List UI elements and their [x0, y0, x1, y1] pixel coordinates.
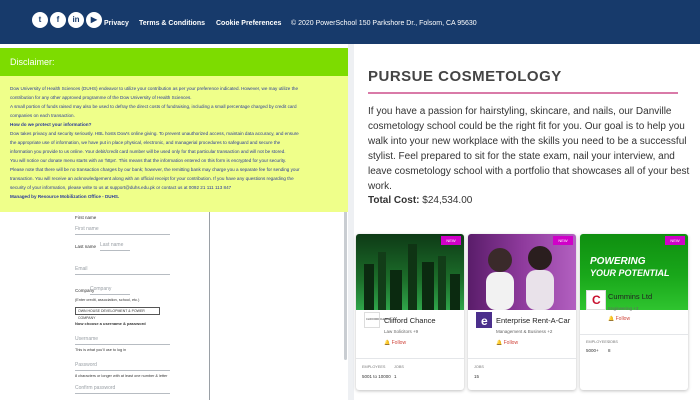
page-title: PURSUE COSMETOLOGY	[368, 68, 562, 85]
company-input[interactable]: Company	[90, 283, 130, 295]
follow-button[interactable]: 🔔 Follow	[496, 340, 518, 346]
card-divider	[468, 358, 576, 359]
disclaimer-line: companies on each transaction.	[10, 113, 75, 118]
company-name[interactable]: Clifford Chance	[384, 316, 436, 325]
bell-icon: 🔔	[608, 316, 615, 322]
new-badge: NEW	[441, 236, 461, 245]
disclaimer-header: Disclaimer:	[0, 48, 348, 76]
disclaimer-line: the appropriate use of information, we h…	[10, 140, 281, 145]
disclaimer-footer: Managed by Resource Mobilization Office …	[10, 194, 120, 199]
first-name-label: First name	[75, 215, 97, 220]
disclaimer-body: Dow University of Health Sciences (DUHS)…	[0, 76, 348, 212]
card-image	[356, 234, 464, 310]
disclaimer-line: Dow takes privacy and security seriously…	[10, 131, 299, 136]
description-line: cosmetology school could be the right fi…	[368, 121, 685, 132]
password-hint: 8 characters or longer with at least one…	[75, 374, 168, 378]
banner-text: POWERING	[590, 256, 646, 267]
follow-label: Follow	[615, 316, 631, 322]
disclaimer-line: transaction. You will receive an acknowl…	[10, 176, 294, 181]
card-divider	[356, 358, 464, 359]
stat-label: JOBS	[394, 365, 404, 369]
password-input[interactable]: Password	[75, 359, 170, 371]
company-name[interactable]: Cummins Ltd	[608, 292, 652, 301]
stat-value: 5000+	[586, 348, 599, 353]
footer-bar: t f in ▶ Privacy Terms & Conditions Cook…	[0, 0, 700, 44]
company-name[interactable]: Enterprise Rent-A-Car	[496, 316, 570, 325]
disclaimer-line: contribution for any other approved prog…	[10, 95, 192, 100]
disclaimer-title: Disclaimer:	[10, 57, 55, 67]
follow-label: Follow	[503, 340, 519, 346]
company-card-clifford-chance[interactable]: NEW CLIFFORD CHANCE Clifford Chance Law …	[356, 234, 464, 390]
logo-text: e	[481, 314, 488, 328]
stat-value: 8	[608, 348, 611, 353]
card-image	[468, 234, 576, 310]
description-line: stylist. Feel prepared to sit for the st…	[368, 151, 675, 162]
disclaimer-line: security of your information, please wri…	[10, 185, 232, 190]
username-password-heading: Now choose a username & password	[75, 321, 146, 326]
banner-text: YOUR POTENTIAL	[590, 268, 670, 278]
city-skyline-image	[364, 244, 460, 310]
disclaimer-line: A small portion of funds raised may also…	[10, 104, 297, 109]
description-line: leave cosmetology school with a portfoli…	[368, 166, 690, 177]
column-divider	[348, 44, 354, 400]
confirm-password-input[interactable]: Confirm password	[75, 382, 170, 394]
email-input[interactable]: Email	[75, 263, 170, 275]
stat-label: JOBS	[608, 340, 618, 344]
company-category: Management & Business +2	[496, 329, 553, 334]
stat-value: 15	[474, 374, 480, 379]
company-category: Law Solicitors +9	[384, 329, 419, 334]
form-scrollbar[interactable]	[344, 210, 347, 360]
disclaimer-line: You will notice our donate menu starts w…	[10, 158, 287, 163]
username-input[interactable]: Username	[75, 333, 170, 345]
privacy-link[interactable]: Privacy	[104, 20, 129, 27]
company-logo: CLIFFORD CHANCE	[364, 312, 391, 328]
follow-button[interactable]: 🔔 Follow	[608, 316, 630, 322]
disclaimer-line: information you provide to us online. Yo…	[10, 149, 286, 154]
follow-label: Follow	[391, 340, 407, 346]
username-hint: This is what you'll use to log in	[75, 348, 127, 352]
facebook-icon[interactable]: f	[50, 12, 66, 28]
company-select[interactable]: OWN HOUSE DEVELOPMENT & POWER COMPANY	[75, 307, 160, 320]
bell-icon: 🔔	[496, 340, 503, 346]
total-cost: Total Cost: $24,534.00	[368, 195, 472, 206]
first-name-input[interactable]: First name	[75, 223, 170, 235]
disclaimer-line: Dow University of Health Sciences (DUHS)…	[10, 86, 299, 91]
stat-label: JOBS	[474, 365, 484, 369]
stat-value: 1	[394, 374, 397, 379]
description-line: work.	[368, 181, 392, 192]
total-cost-label: Total Cost:	[368, 195, 420, 206]
company-card-cummins[interactable]: POWERING YOUR POTENTIAL NEW C Cummins Lt…	[580, 234, 688, 390]
new-badge: NEW	[665, 236, 685, 245]
disclaimer-line: Please note that there will be no transa…	[10, 167, 300, 172]
copyright-text: © 2020 PowerSchool 150 Parkshore Dr., Fo…	[291, 20, 477, 27]
terms-link[interactable]: Terms & Conditions	[139, 20, 205, 27]
last-name-label: Last name	[75, 244, 97, 249]
company-hint: (Enter credit, association, school, etc.…	[75, 298, 140, 302]
description-line: walk into your new workplace with the sk…	[368, 136, 687, 147]
title-underline	[368, 92, 678, 94]
new-badge: NEW	[553, 236, 573, 245]
signup-form: First name First name Last name Last nam…	[60, 205, 210, 400]
company-card-enterprise[interactable]: NEW e Enterprise Rent-A-Car Management &…	[468, 234, 576, 390]
company-logo: e	[476, 312, 492, 328]
company-logo: C	[586, 290, 606, 310]
youtube-icon[interactable]: ▶	[86, 12, 102, 28]
card-divider	[580, 334, 688, 335]
stat-label: EMPLOYEES	[586, 340, 610, 344]
stat-label: EMPLOYEES	[362, 365, 386, 369]
stat-value: 5001 to 10000	[362, 374, 391, 379]
linkedin-icon[interactable]: in	[68, 12, 84, 28]
people-photo-image	[486, 246, 554, 310]
cookie-preferences-link[interactable]: Cookie Preferences	[216, 20, 281, 27]
disclaimer-subheading: How do we protect your information?	[10, 122, 92, 127]
last-name-input[interactable]: Last name	[100, 239, 130, 251]
logo-text: C	[592, 293, 601, 307]
total-cost-value: $24,534.00	[422, 195, 473, 206]
follow-button[interactable]: 🔔 Follow	[384, 340, 406, 346]
twitter-icon[interactable]: t	[32, 12, 48, 28]
description-line: If you have a passion for hairstyling, s…	[368, 106, 672, 117]
company-category: Engineering +3	[608, 306, 639, 311]
bell-icon: 🔔	[384, 340, 391, 346]
